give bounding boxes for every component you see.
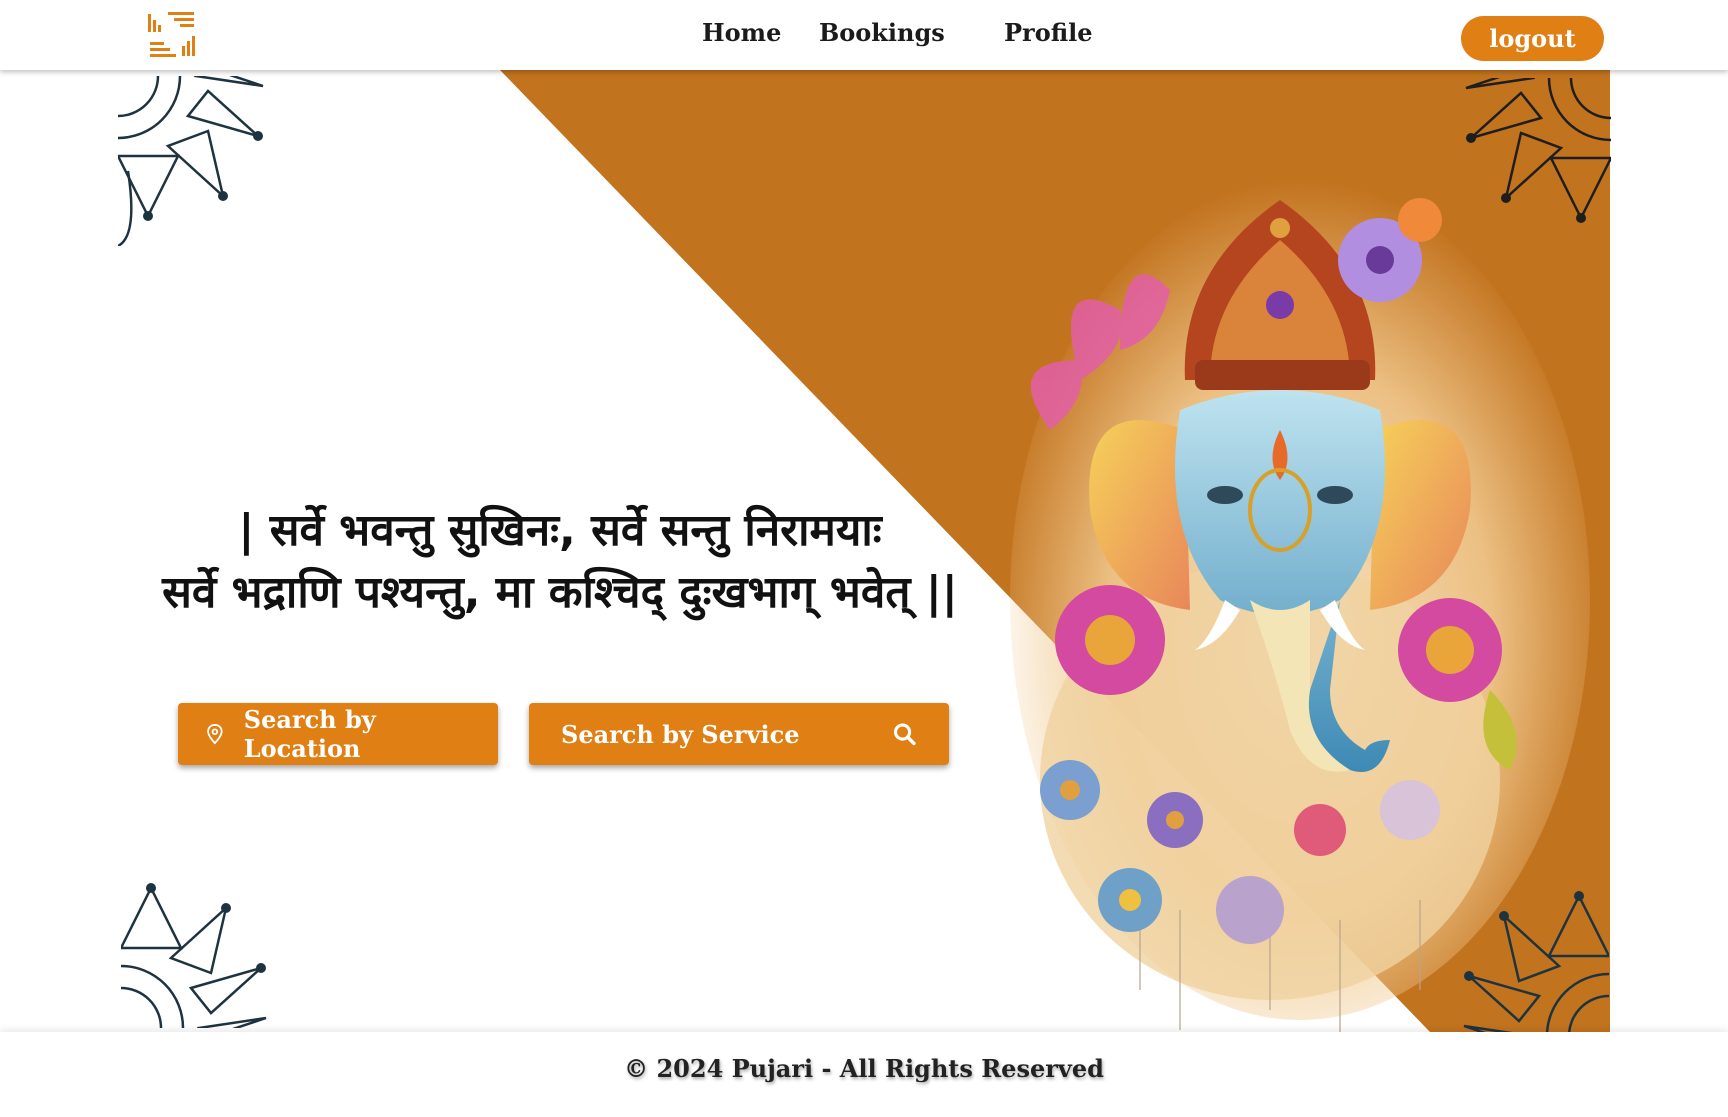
- search-by-location-label: Search by Location: [243, 705, 376, 763]
- shloka-line-1: | सर्वे भवन्तु सुखिनः, सर्वे सन्तु निराम…: [238, 505, 882, 556]
- nav-bookings[interactable]: Bookings: [819, 18, 945, 47]
- footer: © 2024 Pujari - All Rights Reserved: [0, 1032, 1728, 1117]
- pujari-logo-icon[interactable]: [146, 10, 198, 60]
- search-by-location-button[interactable]: Search by Location: [178, 703, 498, 765]
- hero-section: | सर्वे भवन्तु सुखिनः, सर्वे सन्तु निराम…: [0, 70, 1728, 1032]
- logout-button[interactable]: logout: [1461, 16, 1604, 61]
- mandala-icon: [118, 76, 264, 246]
- shloka-line-2: सर्वे भद्राणि पश्यन्तु, मा कश्चिद् दुःखभ…: [162, 567, 958, 618]
- map-pin-icon: [207, 724, 223, 745]
- mandala-icon: [121, 883, 267, 1028]
- search-by-service-input[interactable]: [529, 703, 892, 765]
- shloka-text: | सर्वे भवन्तु सुखिनः, सर्वे सन्तु निराम…: [100, 500, 1020, 624]
- nav-profile[interactable]: Profile: [1004, 18, 1093, 47]
- page: Home Bookings Profile logout | सर्वे भवन…: [0, 0, 1728, 1117]
- search-icon[interactable]: [892, 717, 917, 751]
- nav-home[interactable]: Home: [702, 18, 781, 47]
- search-by-service-bar: [529, 703, 949, 765]
- ganesha-illustration: [1010, 180, 1590, 1032]
- footer-copyright: © 2024 Pujari - All Rights Reserved: [624, 1054, 1104, 1083]
- top-navbar: Home Bookings Profile logout: [0, 0, 1728, 70]
